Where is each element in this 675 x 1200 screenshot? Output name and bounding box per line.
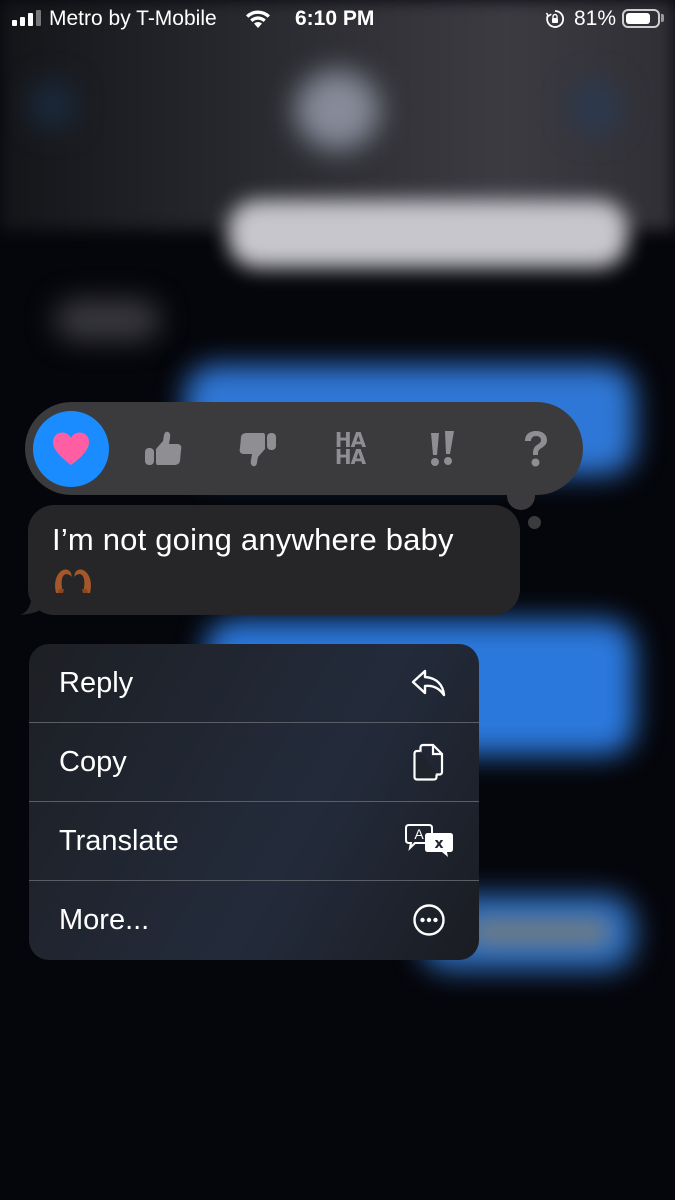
menu-item-reply[interactable]: Reply — [29, 644, 479, 722]
menu-item-translate[interactable]: Translate A x — [29, 802, 479, 880]
battery-tip — [661, 14, 664, 22]
question-mark-icon — [525, 431, 547, 467]
reaction-heart-button[interactable] — [33, 411, 109, 487]
menu-item-label: Reply — [59, 666, 134, 699]
battery-level-fill — [626, 13, 650, 24]
tapback-tail-bubble — [507, 482, 535, 510]
carrier-name: Metro by T-Mobile — [49, 7, 217, 30]
blurred-back-button — [30, 80, 75, 130]
blurred-message-bubble — [228, 200, 628, 268]
orientation-lock-icon — [545, 10, 564, 28]
heart-icon — [53, 432, 89, 465]
blurred-facetime-button — [570, 80, 620, 135]
message-context-menu: Reply Copy Translate A x More... — [29, 644, 479, 960]
thumbs-down-icon — [239, 433, 276, 467]
message-text: I’m not going anywhere baby — [52, 522, 454, 557]
svg-text:x: x — [434, 836, 443, 852]
menu-item-more[interactable]: More... — [29, 881, 479, 959]
ellipsis-circle-icon — [409, 900, 449, 940]
wifi-icon — [246, 10, 270, 28]
reaction-haha-button[interactable]: HA HA — [312, 411, 388, 487]
reaction-thumbs-up-button[interactable] — [126, 411, 202, 487]
menu-item-copy[interactable]: Copy — [29, 723, 479, 801]
reaction-emphasize-button[interactable] — [405, 411, 481, 487]
battery-icon — [622, 9, 660, 28]
copy-documents-icon — [409, 742, 449, 782]
menu-item-label: More... — [59, 903, 150, 936]
svg-text:A: A — [414, 826, 424, 842]
status-bar: Metro by T-Mobile 6:10 PM 81% — [0, 0, 675, 38]
battery-percentage: 81% — [574, 7, 617, 30]
reply-arrow-icon — [409, 663, 449, 703]
tapback-reaction-bar: HA HA — [25, 402, 583, 495]
translate-icon: A x — [405, 821, 455, 861]
reaction-thumbs-down-button[interactable] — [219, 411, 295, 487]
blurred-received-bubble — [55, 300, 160, 340]
double-exclamation-icon — [431, 431, 454, 466]
menu-item-label: Translate — [59, 824, 179, 857]
heart-hands-emoji — [55, 569, 91, 593]
blurred-contact-avatar — [295, 70, 380, 150]
thumbs-up-icon — [145, 431, 182, 465]
haha-icon: HA HA — [334, 428, 366, 469]
clock: 6:10 PM — [295, 7, 375, 30]
reaction-question-button[interactable] — [498, 411, 574, 487]
menu-item-label: Copy — [59, 745, 127, 778]
tapback-tail-dot — [528, 516, 541, 529]
signal-icon — [12, 10, 41, 26]
blurred-sent-bubble-text — [470, 918, 610, 946]
